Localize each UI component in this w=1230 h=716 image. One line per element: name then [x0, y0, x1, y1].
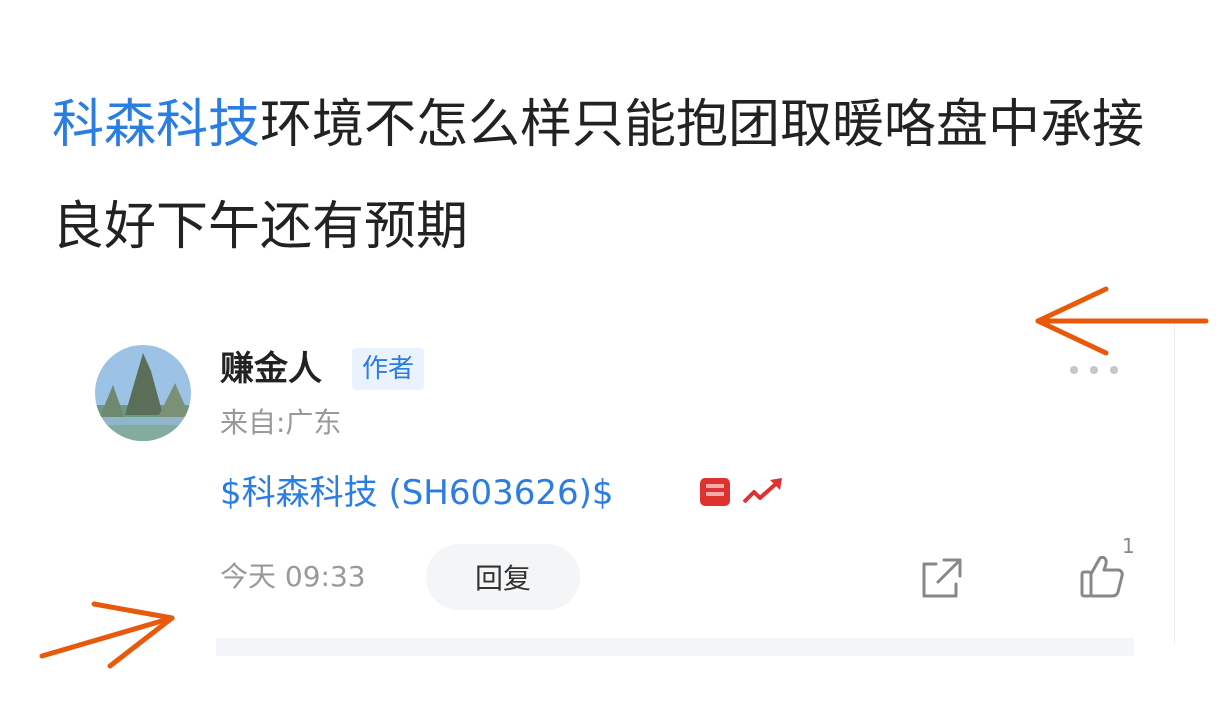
rising-emoji-icon: [700, 478, 782, 506]
post-body-text: 科森科技环境不怎么样只能抱团取暖咯盘中承接良好下午还有预期: [52, 74, 1192, 278]
share-icon[interactable]: [918, 556, 964, 602]
avatar[interactable]: [95, 345, 191, 441]
comment-border: [1174, 322, 1175, 644]
comment-location: 来自:广东: [220, 406, 342, 439]
comment-time: 今天 09:33: [220, 560, 366, 593]
stock-mention-link[interactable]: $科森科技 (SH603626)$: [220, 468, 614, 518]
comment-divider: [216, 638, 1134, 656]
more-dots-icon[interactable]: [1070, 358, 1118, 382]
thumbs-up-icon[interactable]: [1078, 552, 1126, 600]
annotation-arrow-right: [1035, 286, 1209, 356]
like-count: 1: [1122, 534, 1135, 558]
annotation-arrow-left: [39, 601, 175, 669]
author-badge: 作者: [352, 348, 425, 390]
reply-button[interactable]: 回复: [426, 544, 580, 610]
comment-author-name[interactable]: 赚金人: [220, 345, 322, 393]
stock-link[interactable]: 科森科技: [52, 95, 260, 155]
